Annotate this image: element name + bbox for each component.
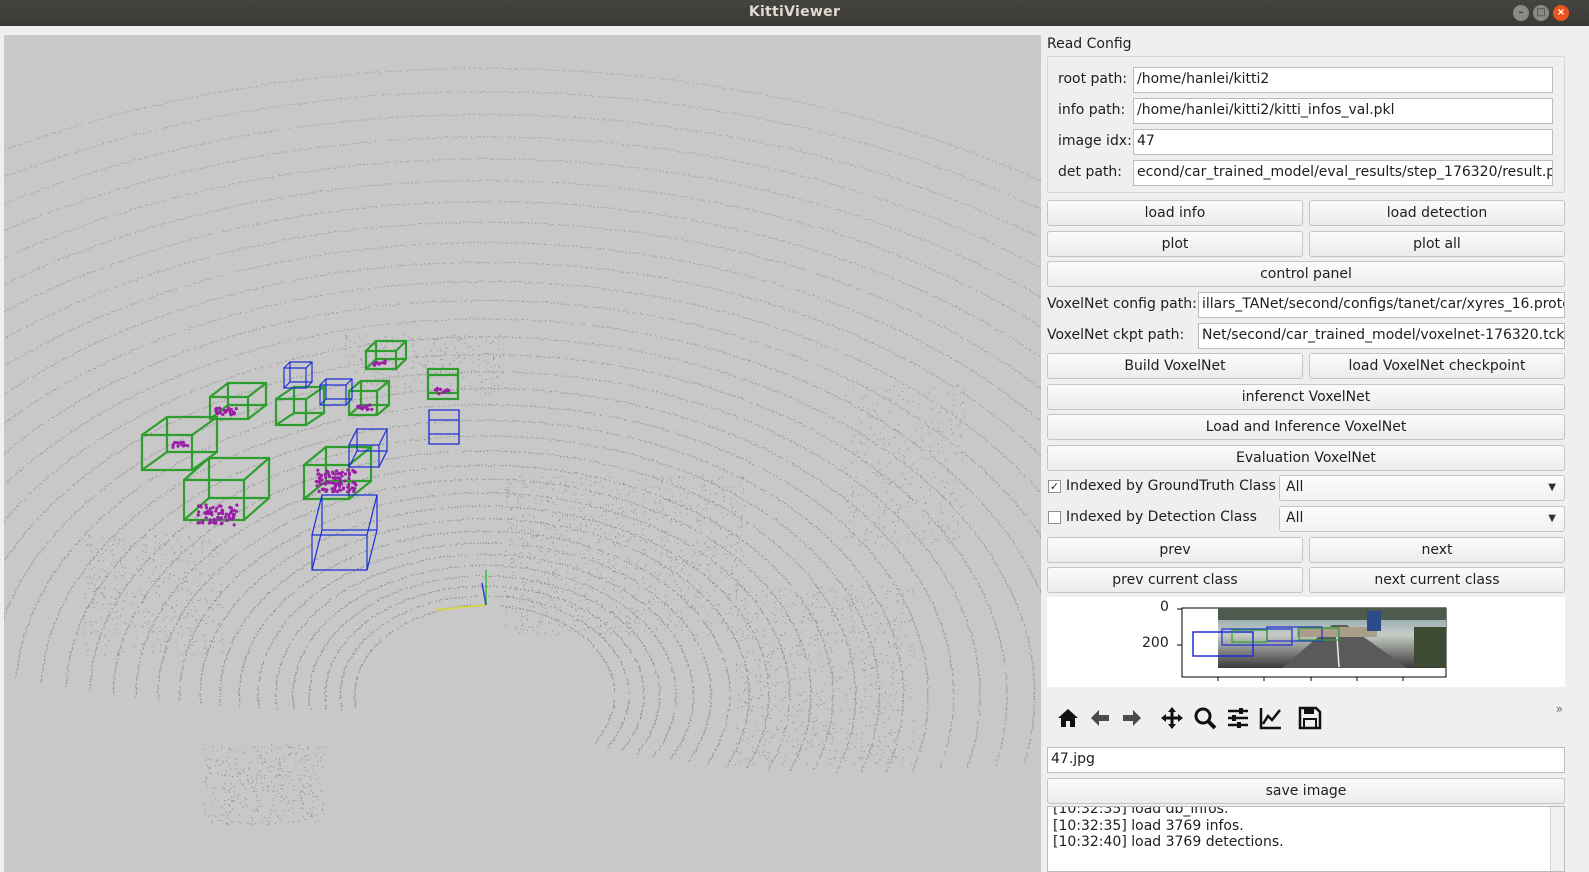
log-scrollbar[interactable]	[1550, 807, 1564, 871]
voxelnet-config-label: VoxelNet config path:	[1047, 296, 1197, 312]
detection-box[interactable]	[283, 361, 313, 389]
load-detection-button[interactable]: load detection	[1309, 200, 1565, 226]
gt-class-select[interactable]: All ▼	[1279, 475, 1565, 501]
info-path-label: info path:	[1058, 102, 1126, 118]
point-cloud-3d-view[interactable]	[4, 35, 1041, 872]
toolbar-overflow-icon[interactable]: »	[1556, 702, 1563, 716]
plot-navigation-toolbar: »	[1047, 700, 1565, 736]
det-path-label: det path:	[1058, 164, 1122, 180]
load-info-button[interactable]: load info	[1047, 200, 1303, 226]
evaluation-voxelnet-button[interactable]: Evaluation VoxelNet	[1047, 445, 1565, 471]
image-idx-input[interactable]: 47	[1133, 129, 1553, 155]
log-line: [10:32:40] load 3769 detections.	[1053, 834, 1284, 850]
next-class-button[interactable]: next current class	[1309, 567, 1565, 593]
axes-edit-icon[interactable]	[1258, 705, 1284, 731]
log-line: [10:32:35] load 3769 infos.	[1053, 817, 1244, 834]
close-button[interactable]: ×	[1553, 5, 1569, 21]
gt-class-select-value: All	[1286, 479, 1304, 495]
forward-arrow-icon[interactable]	[1119, 705, 1145, 731]
det-class-select-value: All	[1286, 510, 1304, 526]
plot-button[interactable]: plot	[1047, 231, 1303, 257]
log-output[interactable]: [10:32:35] load db_infos. [10:32:35] loa…	[1047, 806, 1565, 872]
root-path-label: root path:	[1058, 71, 1128, 87]
image-idx-row: image idx: 47	[1058, 129, 1558, 155]
window-titlebar[interactable]: KittiViewer – □ ×	[0, 0, 1589, 26]
detection-box[interactable]	[428, 409, 460, 445]
object-points	[171, 359, 451, 527]
main-window: Read Config root path: /home/hanlei/kitt…	[0, 26, 1589, 872]
control-sidebar: Read Config root path: /home/hanlei/kitt…	[1044, 26, 1589, 872]
info-path-row: info path: /home/hanlei/kitti2/kitti_inf…	[1058, 98, 1558, 124]
save-icon[interactable]	[1297, 705, 1323, 731]
voxelnet-ckpt-label: VoxelNet ckpt path:	[1047, 327, 1185, 343]
camera-image-plot	[1177, 607, 1447, 681]
window-title: KittiViewer	[748, 4, 841, 20]
voxelnet-ckpt-input[interactable]: Net/second/car_trained_model/voxelnet-17…	[1198, 323, 1565, 349]
load-checkpoint-button[interactable]: load VoxelNet checkpoint	[1309, 353, 1565, 379]
subplots-icon[interactable]	[1225, 705, 1251, 731]
voxelnet-config-input[interactable]: illars_TANet/second/configs/tanet/car/xy…	[1198, 292, 1565, 318]
read-config-group: root path: /home/hanlei/kitti2 info path…	[1047, 56, 1565, 193]
log-lines: [10:32:35] load db_infos. [10:32:35] loa…	[1048, 806, 1564, 851]
root-path-input[interactable]: /home/hanlei/kitti2	[1133, 67, 1553, 93]
build-voxelnet-button[interactable]: Build VoxelNet	[1047, 353, 1303, 379]
detection-box[interactable]	[311, 494, 378, 571]
pan-icon[interactable]	[1159, 705, 1185, 731]
gt-box[interactable]	[274, 385, 326, 427]
gt-class-label: Indexed by GroundTruth Class	[1066, 478, 1276, 494]
gt-box[interactable]	[426, 367, 460, 401]
zoom-icon[interactable]	[1192, 705, 1218, 731]
minimize-button[interactable]: –	[1513, 5, 1529, 21]
inference-voxelnet-button[interactable]: inferenct VoxelNet	[1047, 384, 1565, 410]
image-plot[interactable]: 0 200	[1047, 597, 1565, 687]
plot-all-button[interactable]: plot all	[1309, 231, 1565, 257]
home-icon[interactable]	[1055, 705, 1081, 731]
prev-class-button[interactable]: prev current class	[1047, 567, 1303, 593]
back-arrow-icon[interactable]	[1087, 705, 1113, 731]
next-button[interactable]: next	[1309, 537, 1565, 563]
image-name-input[interactable]: 47.jpg	[1047, 747, 1565, 773]
prev-button[interactable]: prev	[1047, 537, 1303, 563]
det-class-select[interactable]: All ▼	[1279, 506, 1565, 532]
det-class-checkbox[interactable]	[1048, 511, 1061, 524]
det-class-label: Indexed by Detection Class	[1066, 509, 1257, 525]
maximize-button[interactable]: □	[1533, 5, 1549, 21]
control-panel-button[interactable]: control panel	[1047, 261, 1565, 287]
lidar-scan-rings	[4, 67, 1041, 773]
image-idx-label: image idx:	[1058, 133, 1132, 149]
root-path-row: root path: /home/hanlei/kitti2	[1058, 67, 1558, 93]
chevron-down-icon: ▼	[1548, 482, 1556, 493]
gt-class-checkbox[interactable]: ✓	[1048, 480, 1061, 493]
load-and-inference-button[interactable]: Load and Inference VoxelNet	[1047, 414, 1565, 440]
point-cloud-canvas[interactable]	[4, 35, 1041, 872]
det-path-row: det path: econd/car_trained_model/eval_r…	[1058, 160, 1558, 186]
chevron-down-icon: ▼	[1548, 513, 1556, 524]
read-config-title: Read Config	[1047, 36, 1132, 52]
log-line: [10:32:35] load db_infos.	[1053, 806, 1229, 817]
det-path-input[interactable]: econd/car_trained_model/eval_results/ste…	[1133, 160, 1553, 186]
info-path-input[interactable]: /home/hanlei/kitti2/kitti_infos_val.pkl	[1133, 98, 1553, 124]
gt-box[interactable]	[364, 339, 408, 371]
save-image-button[interactable]: save image	[1047, 778, 1565, 804]
